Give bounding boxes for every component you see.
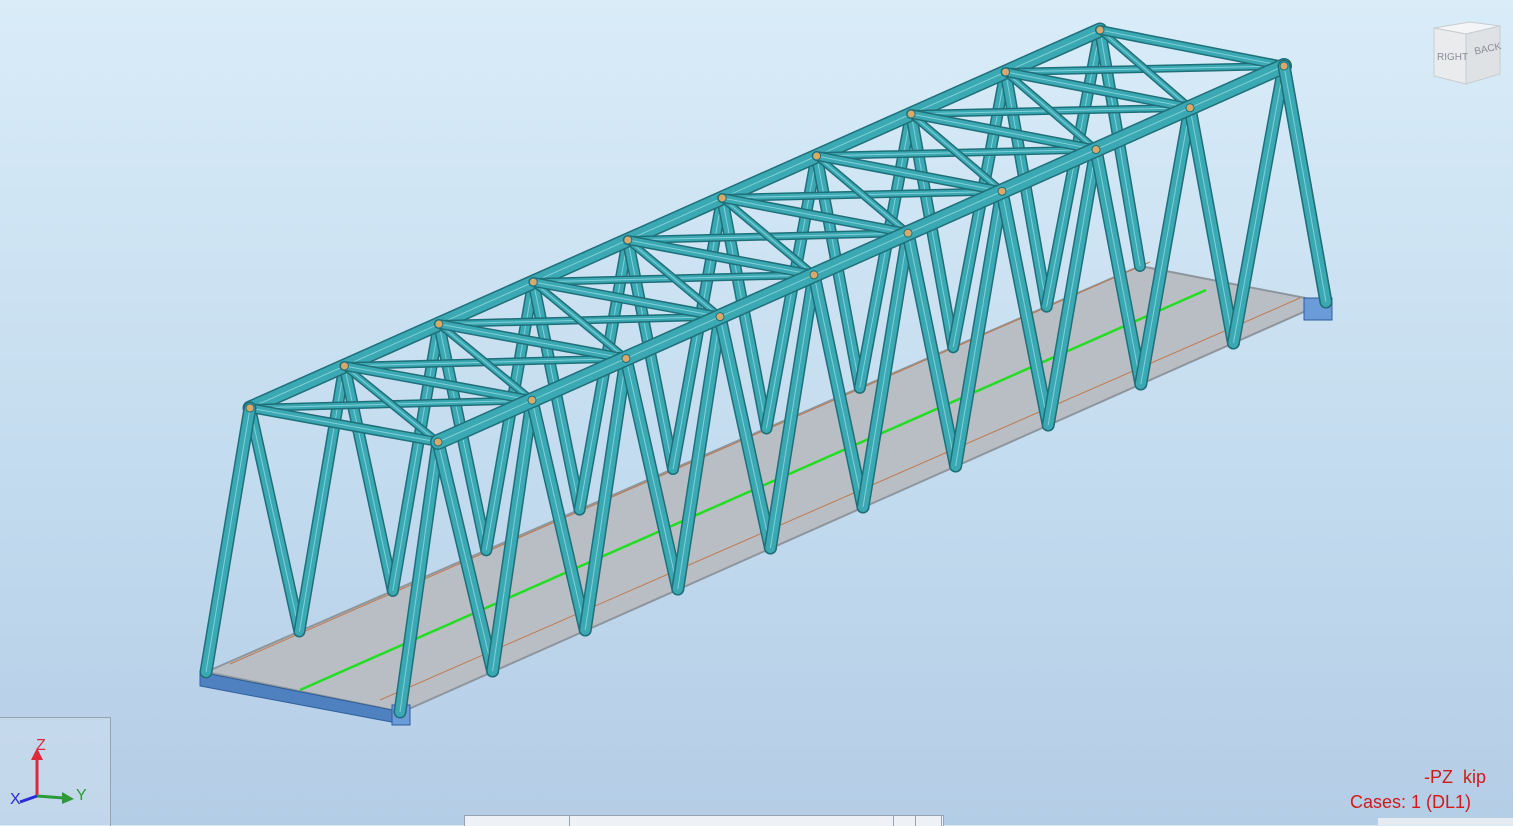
bottom-toolbar[interactable] [464, 815, 944, 826]
gusset-node-13 [528, 277, 538, 287]
gusset-node-9 [1279, 61, 1289, 71]
load-cases-label: Cases: 1 (DL1) [1349, 792, 1471, 812]
gusset-node-8 [1185, 103, 1195, 113]
top-strut-9-highlight [1099, 29, 1285, 67]
gusset-node-16 [812, 151, 822, 161]
gusset-node-15 [717, 193, 727, 203]
near-end-post-highlight [1283, 65, 1327, 303]
top-strut-8-highlight [1005, 71, 1191, 109]
top-strut-4-highlight [627, 239, 815, 276]
gusset-node-18 [1001, 67, 1011, 77]
gusset-node-10 [245, 403, 255, 413]
top-strut-7-highlight [911, 113, 1097, 151]
bridge-model[interactable] [0, 0, 1513, 825]
gusset-node-14 [623, 235, 633, 245]
far-truss-diagonal-0b-highlight [249, 407, 300, 632]
gusset-node-4 [809, 270, 819, 280]
top-strut-0-highlight [249, 407, 439, 443]
top-strut-5-highlight [722, 197, 909, 234]
result-units-label: -PZ kip [1423, 767, 1486, 787]
gusset-node-11 [339, 361, 349, 371]
gusset-node-2 [621, 353, 631, 363]
gusset-node-1 [527, 395, 537, 405]
status-corner [1378, 818, 1513, 825]
gusset-node-7 [1091, 145, 1101, 155]
gusset-node-0 [433, 437, 443, 447]
top-strut-1-highlight [344, 365, 533, 401]
gusset-node-6 [997, 186, 1007, 196]
y-axis-label: Y [76, 787, 87, 804]
3d-viewport[interactable] [0, 0, 1513, 825]
far-end-post-highlight [205, 407, 251, 673]
z-axis-label: Z [36, 737, 46, 754]
x-axis-label: X [10, 791, 21, 808]
view-cube-right-face[interactable]: RIGHT [1437, 52, 1468, 63]
view-cube[interactable]: RIGHT BACK [1428, 14, 1504, 90]
gusset-node-19 [1095, 25, 1105, 35]
gusset-node-17 [906, 109, 916, 119]
gusset-node-12 [434, 319, 444, 329]
axis-triad: Z Y X [0, 717, 111, 826]
top-strut-6-highlight [816, 155, 1003, 192]
top-strut-3-highlight [533, 281, 721, 318]
top-strut-2-highlight [438, 323, 627, 359]
gusset-node-5 [903, 228, 913, 238]
gusset-node-3 [715, 312, 725, 322]
